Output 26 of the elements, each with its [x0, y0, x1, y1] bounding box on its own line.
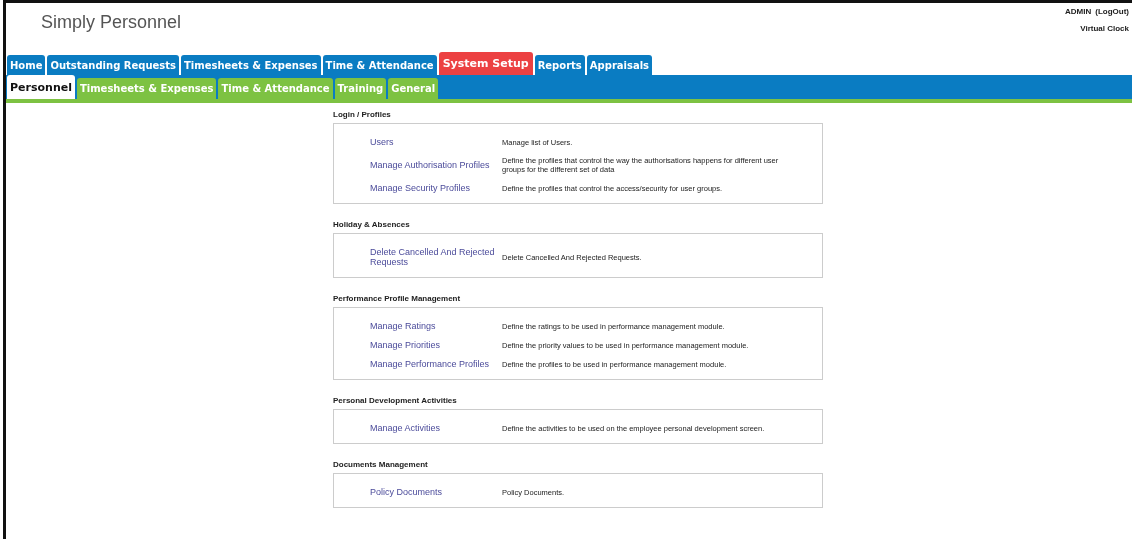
user-name: ADMIN [1065, 7, 1092, 16]
setup-link[interactable]: Users [370, 137, 502, 147]
virtual-clock-link[interactable]: Virtual Clock [1080, 24, 1129, 33]
sub-tab[interactable]: Personnel [7, 75, 75, 99]
setup-link[interactable]: Manage Priorities [370, 340, 502, 350]
main-tab[interactable]: System Setup [438, 52, 533, 75]
main-tab[interactable]: Home [7, 55, 46, 75]
setup-link[interactable]: Manage Activities [370, 423, 502, 433]
main-tab[interactable]: Appraisals [586, 55, 653, 75]
setup-link[interactable]: Manage Security Profiles [370, 183, 502, 193]
main-tab[interactable]: Time & Attendance [322, 55, 437, 75]
logout-link[interactable]: (LogOut) [1095, 7, 1129, 16]
main-tab[interactable]: Reports [534, 55, 585, 75]
section-title: Personal Development Activities [333, 396, 458, 405]
setup-link[interactable]: Delete Cancelled And Rejected Requests [370, 247, 502, 267]
section-title: Documents Management [333, 460, 429, 469]
section-title: Holiday & Absences [333, 220, 411, 229]
main-tab[interactable]: Outstanding Requests [47, 55, 180, 75]
main-tab[interactable]: Timesheets & Expenses [181, 55, 321, 75]
setup-link[interactable]: Manage Authorisation Profiles [370, 160, 502, 170]
setup-link[interactable]: Policy Documents [370, 487, 502, 497]
section-title: Performance Profile Management [333, 294, 462, 303]
app-title: Simply Personnel [41, 12, 182, 34]
section-title: Login / Profiles [333, 110, 392, 119]
setup-link[interactable]: Manage Performance Profiles [370, 359, 502, 369]
setup-link[interactable]: Manage Ratings [370, 321, 502, 331]
